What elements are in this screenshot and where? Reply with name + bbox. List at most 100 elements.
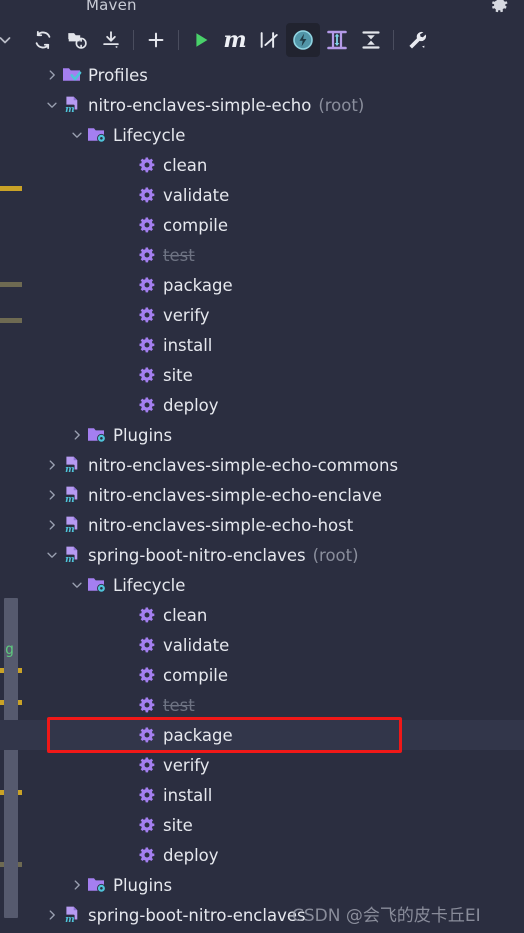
wrench-icon[interactable] [399, 23, 433, 57]
tree-row-profiles[interactable]: Profiles [0, 60, 524, 90]
collapse-all-icon[interactable] [354, 23, 388, 57]
tree-row-goal-validate-2[interactable]: validate [0, 630, 524, 660]
tree-node-label: package [163, 275, 233, 295]
tree-row-module-nitro-enclaves-simple-echo[interactable]: m nitro-enclaves-simple-echo (root) [0, 90, 524, 120]
tree-row-goal-deploy-1[interactable]: deploy [0, 390, 524, 420]
plugins-folder-icon [86, 426, 108, 444]
tree-node-label: test [163, 695, 195, 715]
chevron-down-icon[interactable] [43, 98, 61, 112]
goal-gear-icon [136, 276, 158, 294]
goal-gear-icon [136, 666, 158, 684]
gear-icon[interactable] [488, 0, 510, 20]
goal-gear-icon [136, 786, 158, 804]
chevron-right-icon[interactable] [43, 908, 61, 922]
chevron-down-icon[interactable] [43, 548, 61, 562]
goal-gear-icon [136, 696, 158, 714]
svg-text:m: m [65, 915, 75, 925]
tree-node-label: install [163, 785, 213, 805]
plugins-folder-icon [86, 876, 108, 894]
profiles-folder-icon [61, 66, 83, 84]
generate-sources-button[interactable] [60, 23, 94, 57]
maven-module-icon: m [61, 455, 83, 475]
collapse-tool-window-chevron[interactable] [0, 23, 18, 57]
tree-row-goal-test-2[interactable]: test [0, 690, 524, 720]
tree-row-goal-compile-2[interactable]: compile [0, 660, 524, 690]
chevron-right-icon[interactable] [43, 68, 61, 82]
tree-node-label: compile [163, 665, 229, 685]
maven-tool-window: Maven m Profiles m nitro-enclaves-simple… [0, 0, 524, 933]
tree-row-goal-site-1[interactable]: site [0, 360, 524, 390]
tree-node-label: nitro-enclaves-simple-echo [88, 95, 312, 115]
lifecycle-folder-icon [86, 126, 108, 144]
tool-window-title: Maven [86, 0, 137, 14]
svg-text:m: m [65, 495, 75, 505]
download-sources-button[interactable] [94, 23, 128, 57]
tree-node-label: deploy [163, 845, 219, 865]
tree-node-label: spring-boot-nitro-enclaves [88, 545, 306, 565]
goal-gear-icon [136, 216, 158, 234]
tree-row-goal-deploy-2[interactable]: deploy [0, 840, 524, 870]
tree-node-label: site [163, 365, 193, 385]
tree-row-goal-validate-1[interactable]: validate [0, 180, 524, 210]
goal-gear-icon [136, 366, 158, 384]
svg-text:m: m [65, 105, 75, 115]
tree-row-lifecycle-1[interactable]: Lifecycle [0, 120, 524, 150]
tree-row-plugins-1[interactable]: Plugins [0, 420, 524, 450]
expand-all-icon[interactable] [320, 23, 354, 57]
tree-node-label: Lifecycle [113, 125, 186, 145]
chevron-right-icon[interactable] [43, 458, 61, 472]
run-maven-build-button[interactable] [184, 23, 218, 57]
tree-row-goal-package-2[interactable]: package [0, 720, 524, 750]
goal-gear-icon [136, 336, 158, 354]
tree-row-lifecycle-2[interactable]: Lifecycle [0, 570, 524, 600]
tree-row-goal-clean-2[interactable]: clean [0, 600, 524, 630]
tree-row-goal-install-1[interactable]: install [0, 330, 524, 360]
tree-node-label: nitro-enclaves-simple-echo-enclave [88, 485, 382, 505]
tree-node-label: verify [163, 305, 210, 325]
tree-row-goal-install-2[interactable]: install [0, 780, 524, 810]
tree-row-module-nitro-enclaves-simple-echo-host[interactable]: m nitro-enclaves-simple-echo-host [0, 510, 524, 540]
goal-gear-icon [136, 606, 158, 624]
skip-tests-icon[interactable] [252, 23, 286, 57]
tree-row-goal-verify-1[interactable]: verify [0, 300, 524, 330]
chevron-right-icon[interactable] [68, 428, 86, 442]
tree-row-goal-compile-1[interactable]: compile [0, 210, 524, 240]
maven-project-tree[interactable]: Profiles m nitro-enclaves-simple-echo (root… [0, 60, 524, 933]
offline-lightning-icon[interactable] [286, 23, 320, 57]
goal-gear-icon [136, 726, 158, 744]
goal-gear-icon [136, 756, 158, 774]
goal-gear-icon [136, 816, 158, 834]
tree-node-label: verify [163, 755, 210, 775]
chevron-right-icon[interactable] [68, 878, 86, 892]
tree-node-suffix: (root) [312, 545, 359, 565]
chevron-down-icon[interactable] [68, 128, 86, 142]
tree-node-label: Plugins [113, 875, 173, 895]
tree-node-label: Lifecycle [113, 575, 186, 595]
reload-projects-button[interactable] [26, 23, 60, 57]
tree-row-goal-test-1[interactable]: test [0, 240, 524, 270]
tree-row-goal-site-2[interactable]: site [0, 810, 524, 840]
chevron-down-icon[interactable] [68, 578, 86, 592]
chevron-right-icon[interactable] [43, 488, 61, 502]
maven-module-icon: m [61, 545, 83, 565]
maven-module-icon: m [61, 485, 83, 505]
goal-gear-icon [136, 186, 158, 204]
tree-node-label: package [163, 725, 233, 745]
tree-row-goal-verify-2[interactable]: verify [0, 750, 524, 780]
maven-module-icon: m [61, 95, 83, 115]
tree-row-module-nitro-enclaves-simple-echo-commons[interactable]: m nitro-enclaves-simple-echo-commons [0, 450, 524, 480]
tree-row-module-spring-boot-nitro-enclaves[interactable]: m spring-boot-nitro-enclaves (root) [0, 540, 524, 570]
tree-row-module-nitro-enclaves-simple-echo-enclave[interactable]: m nitro-enclaves-simple-echo-enclave [0, 480, 524, 510]
add-maven-project-button[interactable] [139, 23, 173, 57]
chevron-right-icon[interactable] [43, 518, 61, 532]
maven-m-icon[interactable]: m [218, 23, 252, 57]
tree-row-goal-package-1[interactable]: package [0, 270, 524, 300]
tree-row-plugins-2[interactable]: Plugins [0, 870, 524, 900]
tree-row-goal-clean-1[interactable]: clean [0, 150, 524, 180]
tree-node-suffix: (root) [318, 95, 365, 115]
tree-node-label: nitro-enclaves-simple-echo-host [88, 515, 354, 535]
maven-toolbar: m [0, 20, 524, 60]
svg-text:m: m [65, 555, 75, 565]
tree-node-label: clean [163, 155, 208, 175]
tree-node-label: install [163, 335, 213, 355]
